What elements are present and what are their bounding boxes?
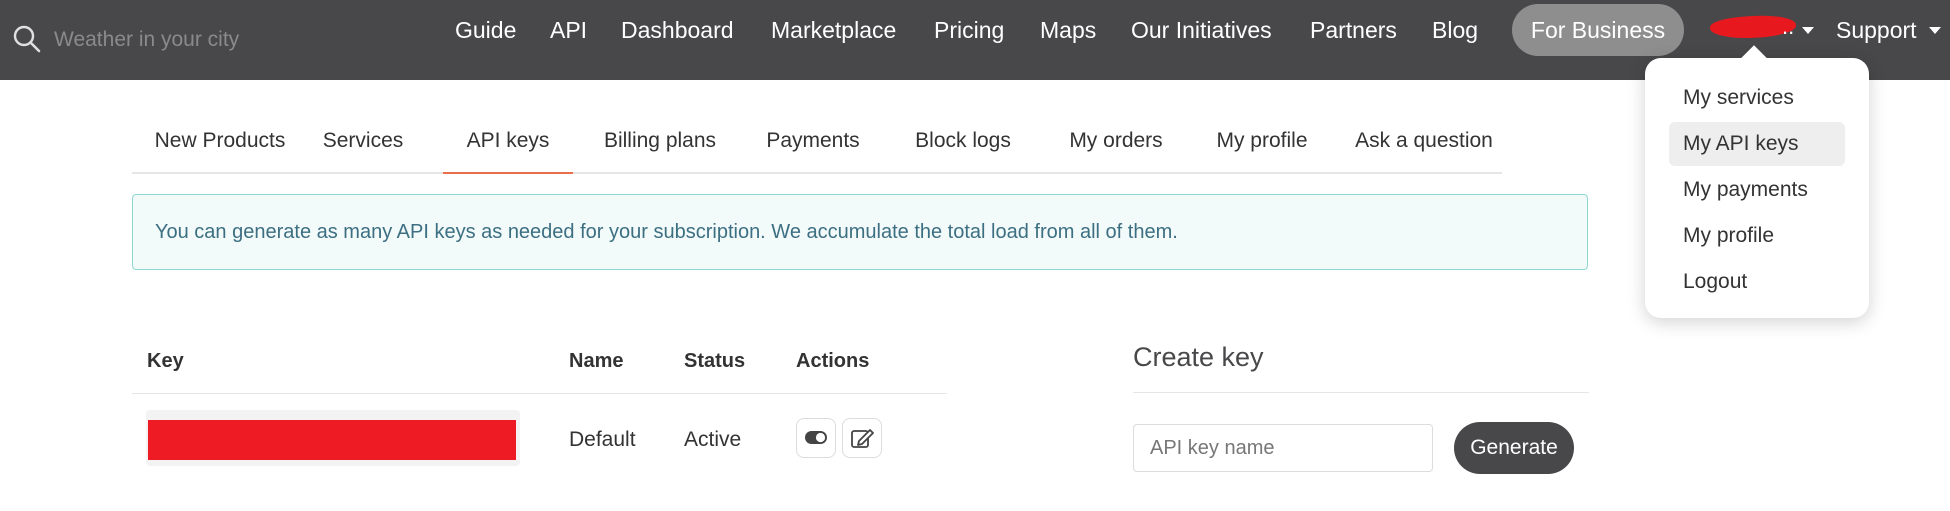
column-header-key: Key	[147, 350, 184, 372]
edit-key-button[interactable]	[842, 418, 882, 458]
menu-item-logout[interactable]: Logout	[1669, 260, 1845, 304]
tab-api-keys[interactable]: API keys	[443, 112, 573, 174]
tab-ask-a-question[interactable]: Ask a question	[1332, 112, 1516, 172]
create-key-divider	[1133, 392, 1589, 393]
nav-guide[interactable]: Guide	[455, 0, 516, 80]
nav-marketplace[interactable]: Marketplace	[771, 0, 896, 80]
chevron-down-icon	[1929, 27, 1941, 34]
create-key-title: Create key	[1133, 342, 1264, 372]
nav-maps[interactable]: Maps	[1040, 0, 1096, 80]
tab-my-orders[interactable]: My orders	[1046, 112, 1186, 172]
user-menu-toggle[interactable]: ..	[1709, 0, 1816, 60]
chevron-down-icon	[1802, 27, 1814, 34]
table-header-divider	[132, 393, 947, 394]
nav-our-initiatives[interactable]: Our Initiatives	[1131, 0, 1272, 80]
account-tabs: New Products Services API keys Billing p…	[132, 112, 1502, 174]
info-alert: You can generate as many API keys as nee…	[132, 194, 1588, 270]
tab-new-products[interactable]: New Products	[132, 112, 308, 172]
tab-services[interactable]: Services	[308, 112, 418, 172]
toggle-key-button[interactable]	[796, 418, 836, 458]
nav-api[interactable]: API	[550, 0, 587, 80]
api-key-name-input[interactable]	[1133, 424, 1433, 472]
tab-payments[interactable]: Payments	[748, 112, 878, 172]
edit-icon	[851, 429, 874, 448]
column-header-name: Name	[569, 350, 624, 372]
redacted-api-key	[148, 420, 516, 460]
tab-my-profile[interactable]: My profile	[1192, 112, 1332, 172]
toggle-icon	[805, 431, 827, 444]
menu-item-my-profile[interactable]: My profile	[1669, 214, 1845, 258]
info-alert-text: You can generate as many API keys as nee…	[155, 221, 1178, 243]
nav-partners[interactable]: Partners	[1310, 0, 1397, 80]
tab-block-logs[interactable]: Block logs	[895, 112, 1031, 172]
key-name-cell: Default	[569, 428, 636, 451]
nav-pricing[interactable]: Pricing	[934, 0, 1004, 80]
column-header-actions: Actions	[796, 350, 870, 372]
search-input[interactable]	[52, 22, 296, 58]
search-bar	[12, 16, 312, 62]
nav-blog[interactable]: Blog	[1432, 0, 1478, 80]
menu-item-my-api-keys[interactable]: My API keys	[1669, 122, 1845, 166]
username-suffix: ..	[1782, 14, 1795, 39]
search-icon[interactable]	[12, 24, 42, 54]
tab-billing-plans[interactable]: Billing plans	[587, 112, 733, 172]
menu-item-my-payments[interactable]: My payments	[1669, 168, 1845, 212]
for-business-button[interactable]: For Business	[1512, 4, 1684, 56]
generate-button[interactable]: Generate	[1454, 422, 1574, 474]
user-dropdown-menu: My services My API keys My payments My p…	[1645, 58, 1869, 318]
column-header-status: Status	[684, 350, 746, 372]
api-key-value[interactable]	[146, 410, 520, 466]
key-status-cell: Active	[684, 428, 742, 451]
nav-dashboard[interactable]: Dashboard	[621, 0, 734, 80]
menu-item-my-services[interactable]: My services	[1669, 76, 1845, 120]
